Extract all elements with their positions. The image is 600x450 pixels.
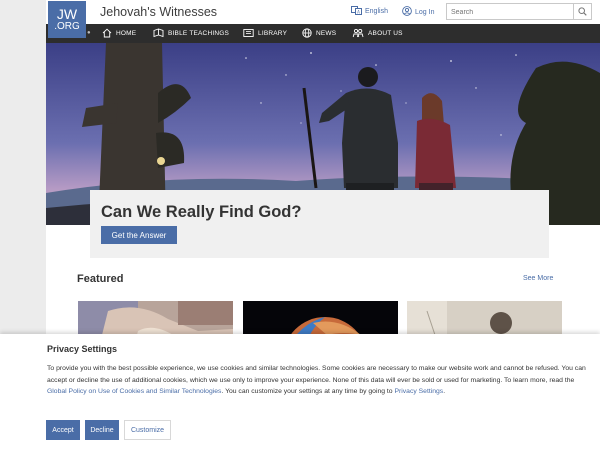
main-nav: ● HOME BIBLE TEACHINGS LIBRARY NEWS ABOU… xyxy=(46,24,600,43)
nav-item-bible-teachings[interactable]: BIBLE TEACHINGS xyxy=(153,27,229,40)
featured-heading: Featured xyxy=(77,273,124,285)
privacy-banner: Privacy Settings To provide you with the… xyxy=(0,334,600,450)
search-input[interactable] xyxy=(451,6,569,18)
people-icon xyxy=(352,28,364,40)
jw-org-logo[interactable]: JW .ORG xyxy=(48,1,86,38)
site-header: JW .ORG Jehovah's Witnesses A English Lo… xyxy=(46,0,600,38)
decline-button[interactable]: Decline xyxy=(85,420,119,440)
nav-accessibility-dot: ● xyxy=(87,30,91,36)
privacy-text: To provide you with the best possible ex… xyxy=(47,365,586,396)
site-title[interactable]: Jehovah's Witnesses xyxy=(100,5,217,19)
hero-card: Can We Really Find God? Get the Answer xyxy=(90,190,549,258)
globe-icon xyxy=(302,27,312,40)
nav-item-about-us[interactable]: ABOUT US xyxy=(352,27,403,40)
nav-item-library[interactable]: LIBRARY xyxy=(243,27,287,40)
home-icon xyxy=(102,28,112,40)
svg-text:A: A xyxy=(357,10,360,15)
library-icon xyxy=(243,28,254,40)
privacy-title: Privacy Settings xyxy=(47,344,118,354)
search-box xyxy=(446,3,592,20)
see-more-link[interactable]: See More xyxy=(523,275,553,282)
language-selector[interactable]: A English xyxy=(351,6,388,17)
search-button[interactable] xyxy=(573,4,591,19)
accept-button[interactable]: Accept xyxy=(46,420,80,440)
get-the-answer-button[interactable]: Get the Answer xyxy=(101,226,177,244)
cookie-policy-link[interactable]: Global Policy on Use of Cookies and Simi… xyxy=(47,388,221,395)
book-icon xyxy=(153,28,164,40)
login-link[interactable]: Log In xyxy=(402,6,434,18)
language-label: English xyxy=(365,8,388,15)
translate-icon: A xyxy=(351,6,362,17)
user-icon xyxy=(402,6,412,18)
login-label: Log In xyxy=(415,8,435,16)
search-icon xyxy=(578,3,587,21)
customize-button[interactable]: Customize xyxy=(124,420,171,440)
nav-item-home[interactable]: HOME xyxy=(102,27,136,40)
nav-item-news[interactable]: NEWS xyxy=(302,27,336,40)
privacy-settings-link[interactable]: Privacy Settings xyxy=(394,388,443,395)
hero-title[interactable]: Can We Really Find God? xyxy=(101,203,301,222)
